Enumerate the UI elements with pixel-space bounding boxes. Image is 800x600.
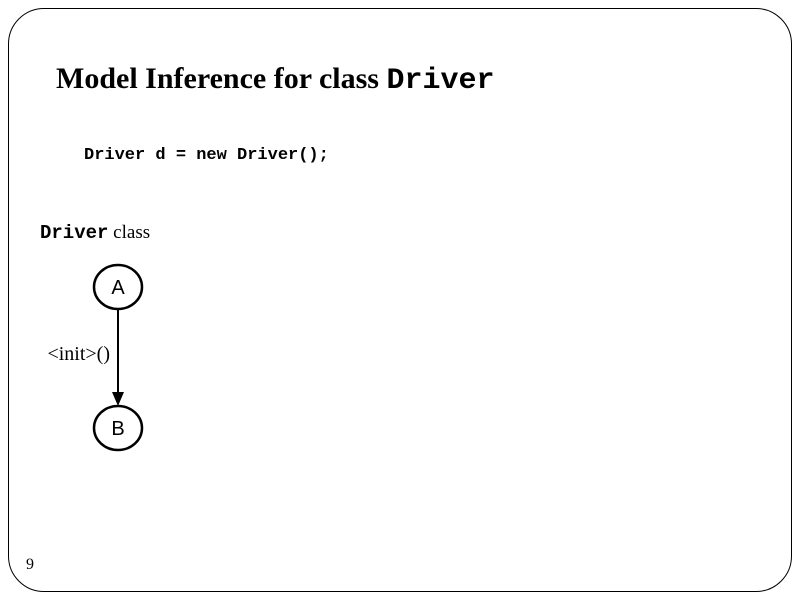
slide-title: Model Inference for class Driver <box>56 62 495 98</box>
edge-a-b-arrowhead <box>112 392 124 406</box>
edge-a-b-label: <init>() <box>47 343 110 365</box>
class-label: Driver class <box>40 222 150 244</box>
class-label-name: Driver <box>40 222 108 244</box>
title-prefix: Model Inference for class <box>56 62 386 95</box>
title-classname: Driver <box>386 64 494 98</box>
code-line: Driver d = new Driver(); <box>84 146 329 165</box>
state-node-a-label: A <box>111 277 125 299</box>
state-node-b-label: B <box>111 418 124 440</box>
class-label-suffix: class <box>108 222 150 243</box>
slide: Model Inference for class Driver Driver … <box>0 0 800 600</box>
state-diagram: A <init>() B <box>40 260 200 470</box>
page-number: 9 <box>26 556 34 574</box>
